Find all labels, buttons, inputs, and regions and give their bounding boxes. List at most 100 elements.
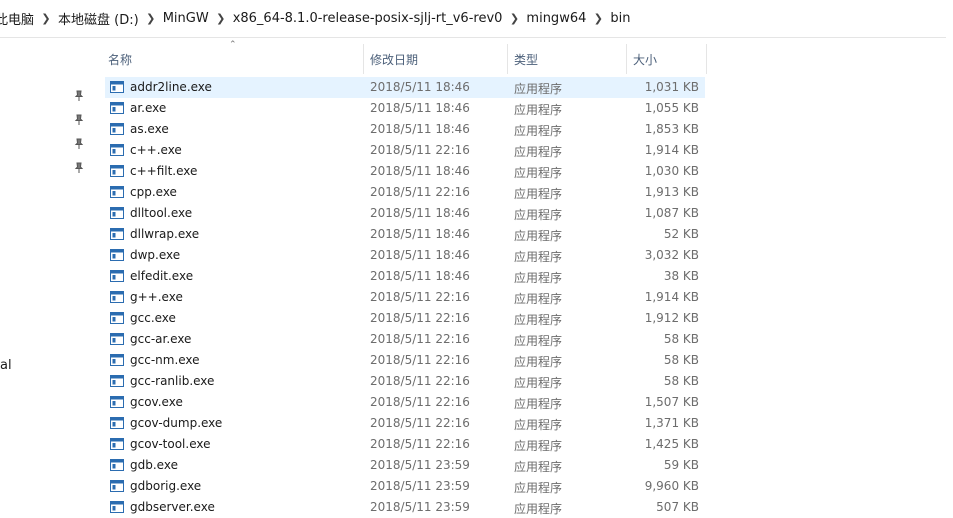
file-type: 应用程序: [514, 208, 563, 222]
file-name: ar.exe: [130, 101, 167, 115]
file-modified-date: 2018/5/11 22:16: [370, 290, 470, 304]
exe-file-icon: [110, 459, 124, 471]
table-row[interactable]: gcc-ar.exe 2018/5/11 22:16 应用程序 58 KB: [105, 329, 705, 350]
navigation-pane: al: [0, 38, 100, 515]
file-modified-date: 2018/5/11 22:16: [370, 311, 470, 325]
file-size: 1,087 KB: [644, 206, 699, 220]
table-row[interactable]: gdborig.exe 2018/5/11 23:59 应用程序 9,960 KB: [105, 476, 705, 497]
table-row[interactable]: gcc-nm.exe 2018/5/11 22:16 应用程序 58 KB: [105, 350, 705, 371]
table-row[interactable]: gcc-ranlib.exe 2018/5/11 22:16 应用程序 58 KB: [105, 371, 705, 392]
file-modified-date: 2018/5/11 22:16: [370, 416, 470, 430]
column-header-date-label: 修改日期: [370, 52, 419, 67]
chevron-right-icon[interactable]: ❯: [504, 12, 524, 25]
file-size: 1,912 KB: [644, 311, 699, 325]
file-name: gdb.exe: [130, 458, 178, 472]
file-name: gcov-dump.exe: [130, 416, 223, 430]
table-row[interactable]: ar.exe 2018/5/11 18:46 应用程序 1,055 KB: [105, 98, 705, 119]
file-type: 应用程序: [514, 376, 563, 390]
table-row[interactable]: gcov-dump.exe 2018/5/11 22:16 应用程序 1,371 KB: [105, 413, 705, 434]
table-row[interactable]: dlltool.exe 2018/5/11 18:46 应用程序 1,087 KB: [105, 203, 705, 224]
exe-file-icon: [110, 207, 124, 219]
table-row[interactable]: as.exe 2018/5/11 18:46 应用程序 1,853 KB: [105, 119, 705, 140]
exe-file-icon: [110, 438, 124, 450]
file-name: dllwrap.exe: [130, 227, 200, 241]
file-modified-date: 2018/5/11 22:16: [370, 353, 470, 367]
column-header-date[interactable]: 修改日期: [364, 44, 508, 74]
file-modified-date: 2018/5/11 22:16: [370, 332, 470, 346]
table-row[interactable]: gcc.exe 2018/5/11 22:16 应用程序 1,912 KB: [105, 308, 705, 329]
file-modified-date: 2018/5/11 23:59: [370, 500, 470, 514]
file-size: 1,371 KB: [644, 416, 699, 430]
exe-file-icon: [110, 480, 124, 492]
exe-file-icon: [110, 312, 124, 324]
chevron-right-icon[interactable]: ❯: [211, 12, 231, 25]
file-modified-date: 2018/5/11 18:46: [370, 164, 470, 178]
file-modified-date: 2018/5/11 22:16: [370, 143, 470, 157]
file-modified-date: 2018/5/11 22:16: [370, 437, 470, 451]
file-name: cpp.exe: [130, 185, 177, 199]
file-name: elfedit.exe: [130, 269, 194, 283]
file-type: 应用程序: [514, 103, 563, 117]
file-type: 应用程序: [514, 460, 563, 474]
file-type: 应用程序: [514, 250, 563, 264]
file-size: 58 KB: [663, 332, 699, 346]
file-type: 应用程序: [514, 145, 563, 159]
breadcrumb-item-release-folder[interactable]: x86_64-8.1.0-release-posix-sjlj-rt_v6-re…: [231, 11, 505, 26]
file-size: 58 KB: [663, 374, 699, 388]
exe-file-icon: [110, 228, 124, 240]
pin-icon: [73, 114, 85, 126]
pin-icon: [73, 138, 85, 150]
table-row[interactable]: g++.exe 2018/5/11 22:16 应用程序 1,914 KB: [105, 287, 705, 308]
file-size: 1,055 KB: [644, 101, 699, 115]
column-header-name-label: 名称: [108, 52, 133, 67]
table-row[interactable]: gcov-tool.exe 2018/5/11 22:16 应用程序 1,425 KB: [105, 434, 705, 455]
file-type: 应用程序: [514, 481, 563, 495]
chevron-right-icon[interactable]: ❯: [36, 12, 56, 25]
file-size: 3,032 KB: [644, 248, 699, 262]
column-header-size[interactable]: 大小: [627, 44, 707, 74]
file-modified-date: 2018/5/11 22:16: [370, 185, 470, 199]
file-name: dlltool.exe: [130, 206, 193, 220]
breadcrumb-item-bin[interactable]: bin: [608, 11, 632, 26]
column-header-size-label: 大小: [633, 52, 658, 67]
table-row[interactable]: cpp.exe 2018/5/11 22:16 应用程序 1,913 KB: [105, 182, 705, 203]
column-header-name[interactable]: 名称: [102, 44, 364, 74]
file-name: dwp.exe: [130, 248, 181, 262]
file-size: 1,914 KB: [644, 143, 699, 157]
nav-item-partial[interactable]: al: [0, 358, 12, 373]
file-type: 应用程序: [514, 439, 563, 453]
exe-file-icon: [110, 144, 124, 156]
table-row[interactable]: dwp.exe 2018/5/11 18:46 应用程序 3,032 KB: [105, 245, 705, 266]
table-row[interactable]: c++.exe 2018/5/11 22:16 应用程序 1,914 KB: [105, 140, 705, 161]
file-size: 58 KB: [663, 353, 699, 367]
chevron-right-icon[interactable]: ❯: [588, 12, 608, 25]
file-name: c++filt.exe: [130, 164, 198, 178]
file-type: 应用程序: [514, 418, 563, 432]
breadcrumb-item-mingw64[interactable]: mingw64: [524, 11, 588, 26]
file-type: 应用程序: [514, 313, 563, 327]
file-name: gcc-nm.exe: [130, 353, 200, 367]
file-size: 38 KB: [663, 269, 699, 283]
file-modified-date: 2018/5/11 22:16: [370, 395, 470, 409]
file-type: 应用程序: [514, 187, 563, 201]
pin-icon: [73, 162, 85, 174]
table-row[interactable]: gcov.exe 2018/5/11 22:16 应用程序 1,507 KB: [105, 392, 705, 413]
breadcrumb-item-drive-d[interactable]: 本地磁盘 (D:): [56, 9, 141, 28]
file-modified-date: 2018/5/11 18:46: [370, 206, 470, 220]
file-size: 1,853 KB: [644, 122, 699, 136]
table-row[interactable]: gdb.exe 2018/5/11 23:59 应用程序 59 KB: [105, 455, 705, 476]
file-name: g++.exe: [130, 290, 183, 304]
table-row[interactable]: c++filt.exe 2018/5/11 18:46 应用程序 1,030 KB: [105, 161, 705, 182]
file-name: gcov.exe: [130, 395, 183, 409]
file-type: 应用程序: [514, 334, 563, 348]
file-name: addr2line.exe: [130, 80, 212, 94]
breadcrumb-item-this-pc[interactable]: 此电脑: [0, 9, 36, 28]
column-header-type[interactable]: 类型: [508, 44, 627, 74]
table-row[interactable]: addr2line.exe 2018/5/11 18:46 应用程序 1,031 KB: [105, 77, 705, 98]
breadcrumb-item-mingw[interactable]: MinGW: [161, 11, 211, 26]
table-row[interactable]: elfedit.exe 2018/5/11 18:46 应用程序 38 KB: [105, 266, 705, 287]
breadcrumb: 此电脑 ❯ 本地磁盘 (D:) ❯ MinGW ❯ x86_64-8.1.0-r…: [0, 0, 946, 38]
file-modified-date: 2018/5/11 18:46: [370, 101, 470, 115]
chevron-right-icon[interactable]: ❯: [141, 12, 161, 25]
table-row[interactable]: dllwrap.exe 2018/5/11 18:46 应用程序 52 KB: [105, 224, 705, 245]
